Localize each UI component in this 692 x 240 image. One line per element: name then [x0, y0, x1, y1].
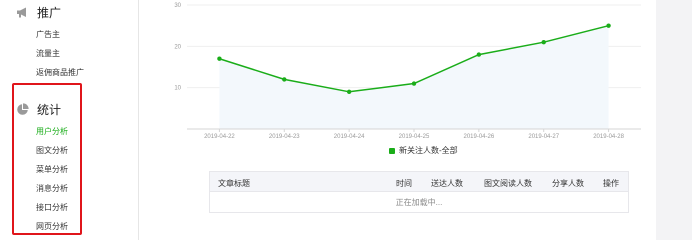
promote-group-title: 推广: [16, 4, 61, 21]
stats-group-title: 统计: [16, 101, 61, 118]
col-time: 时间: [396, 179, 412, 188]
x-tick-label: 2019-04-24: [334, 134, 365, 140]
stats-title: 统计: [37, 103, 62, 117]
sidebar-item-article-analysis[interactable]: 图文分析: [36, 145, 68, 156]
promote-title: 推广: [37, 6, 62, 20]
y-tick-label: 20: [174, 44, 181, 50]
x-tick-label: 2019-04-28: [593, 134, 624, 140]
x-tick-label: 2019-04-26: [464, 134, 495, 140]
data-point: [282, 77, 287, 82]
col-shares: 分享人数: [552, 179, 584, 188]
right-gutter: [656, 0, 692, 240]
sidebar-item-web-analysis[interactable]: 网页分析: [36, 221, 68, 232]
sidebar-item-user-analysis[interactable]: 用户分析: [36, 126, 68, 137]
sidebar-item-api-analysis[interactable]: 接口分析: [36, 202, 68, 213]
x-tick-label: 2019-04-27: [528, 134, 559, 140]
data-point: [411, 81, 417, 86]
data-point: [217, 56, 222, 61]
sidebar-item-publisher[interactable]: 流量主: [36, 48, 60, 59]
sidebar-item-advertiser[interactable]: 广告主: [36, 29, 60, 40]
legend-swatch: [389, 147, 395, 154]
y-tick-label: 10: [174, 86, 181, 92]
chart-legend[interactable]: 新关注人数-全部: [389, 145, 458, 156]
legend-label: 新关注人数-全部: [399, 146, 458, 155]
sidebar-item-message-analysis[interactable]: 消息分析: [36, 183, 68, 194]
y-tick-label: 30: [174, 3, 181, 9]
data-point: [346, 89, 352, 95]
sidebar: 推广 广告主 流量主 返佣商品推广 统计 用户分析 图文分析 菜单分析 消息分析…: [0, 0, 138, 240]
data-point: [476, 52, 482, 57]
table-loading: 正在加载中...: [395, 198, 443, 207]
col-reads: 图文阅读人数: [484, 179, 532, 188]
col-actions: 操作: [603, 179, 619, 188]
data-point: [541, 40, 546, 45]
article-table: 文章标题 时间 送达人数 图文阅读人数 分享人数 操作 正在加载中...: [209, 171, 629, 213]
x-tick-label: 2019-04-25: [399, 134, 430, 140]
megaphone-icon: [16, 6, 29, 19]
line-chart: 10 20 30 2019-04-22 2019-04-23 2019-04-24 2019…: [174, 3, 641, 140]
sidebar-item-menu-analysis[interactable]: 菜单分析: [36, 164, 68, 175]
main-content: 10 20 30 2019-04-22 2019-04-23 2019-04-24 2019…: [138, 0, 657, 240]
x-tick-label: 2019-04-22: [204, 134, 235, 140]
x-tick-label: 2019-04-23: [269, 134, 300, 140]
col-title: 文章标题: [218, 179, 250, 188]
data-point: [606, 23, 611, 28]
pie-chart-icon: [16, 103, 29, 116]
sidebar-item-commission-promotion[interactable]: 返佣商品推广: [36, 67, 84, 78]
col-delivered: 送达人数: [431, 179, 463, 188]
table-header: 文章标题 时间 送达人数 图文阅读人数 分享人数 操作: [210, 172, 628, 192]
